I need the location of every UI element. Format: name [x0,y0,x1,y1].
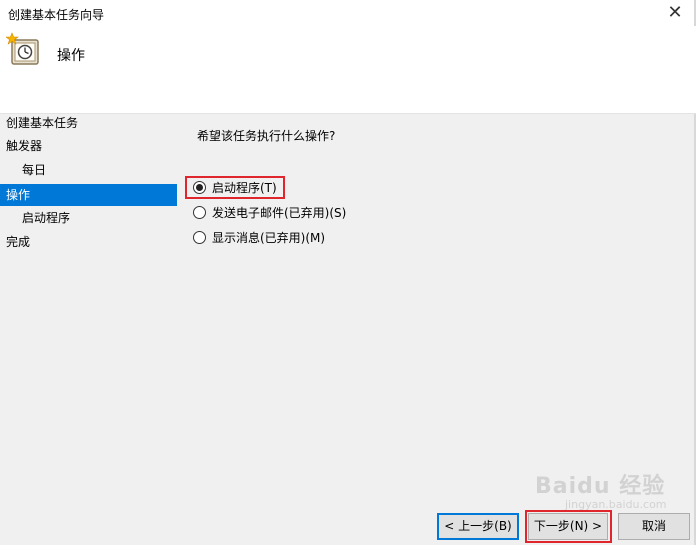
radio-label[interactable]: 启动程序(T) [212,179,277,196]
radio-button[interactable] [193,205,206,219]
nav-item-action: 操作 [0,184,177,206]
radio-option-start-program[interactable]: 启动程序(T) [193,177,277,197]
close-icon[interactable]: ✕ [664,2,686,24]
action-question: 希望该任务执行什么操作? [197,129,336,143]
radio-option-show-message[interactable]: 显示消息(已弃用)(M) [193,227,325,247]
radio-label[interactable]: 显示消息(已弃用)(M) [212,229,325,246]
wizard-header: 操作 [0,26,696,114]
radio-label[interactable]: 发送电子邮件(已弃用)(S) [212,204,346,221]
radio-button-checked[interactable] [193,180,206,194]
scheduled-task-clock-icon [6,32,39,65]
title-bar: 创建基本任务向导 ✕ [0,0,696,26]
cancel-button[interactable]: 取消 [618,513,690,540]
nav-item-create-basic-task: 创建基本任务 [6,116,79,130]
nav-item-finish: 完成 [6,235,31,249]
radio-button[interactable] [193,230,206,244]
baidu-watermark-logo: Baidu 经验 jingyan.baidu.com [535,468,667,511]
radio-option-send-email[interactable]: 发送电子邮件(已弃用)(S) [193,202,346,222]
window-title: 创建基本任务向导 [8,8,105,22]
watermark-sub: jingyan.baidu.com [565,498,667,511]
page-title: 操作 [57,48,85,64]
nav-item-daily: 每日 [22,163,47,177]
watermark-text: Baidu 经验 [535,474,666,499]
nav-item-trigger: 触发器 [6,139,43,153]
back-button[interactable]: < 上一步(B) [437,513,519,540]
nav-item-start-program: 启动程序 [22,211,71,225]
next-button[interactable]: 下一步(N) > [528,513,608,540]
